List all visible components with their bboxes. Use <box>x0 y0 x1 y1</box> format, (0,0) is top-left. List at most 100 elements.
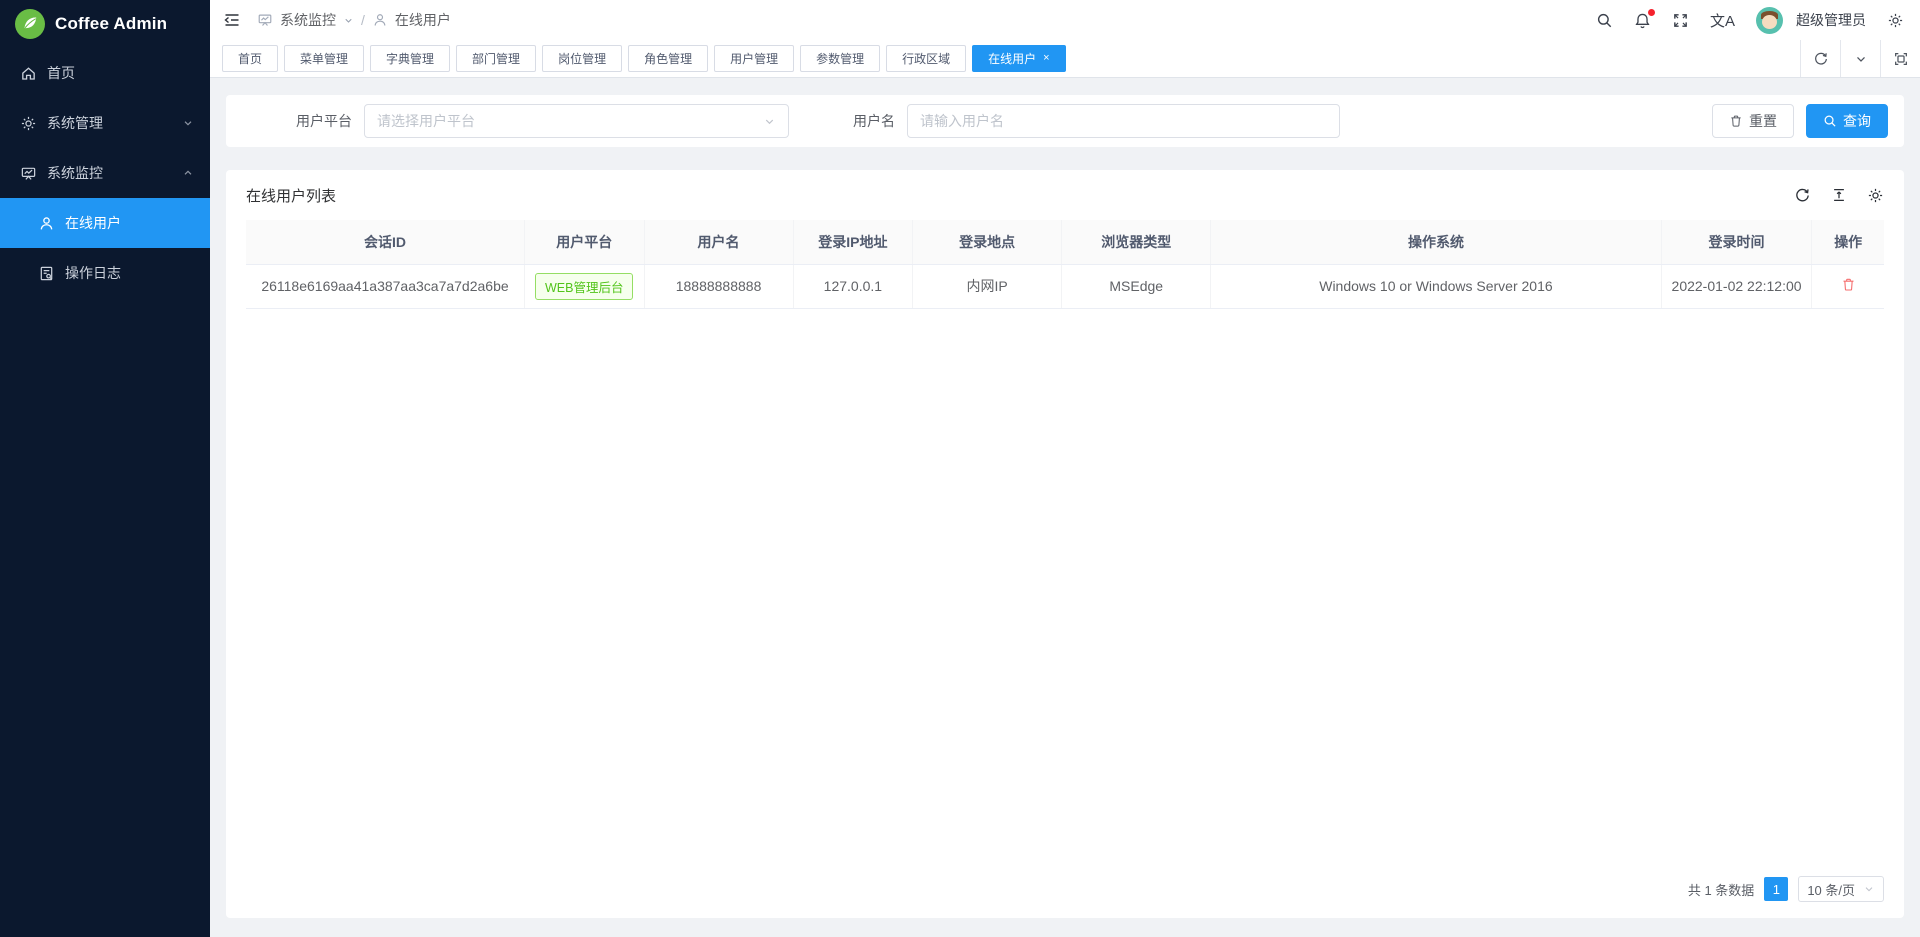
content-area: 用户平台 请选择用户平台 用户名 <box>210 78 1920 937</box>
filter-card: 用户平台 请选择用户平台 用户名 <box>226 95 1904 147</box>
reset-button-label: 重置 <box>1749 111 1777 131</box>
reset-button[interactable]: 重置 <box>1712 104 1794 138</box>
breadcrumb-level1[interactable]: 系统监控 <box>280 10 336 30</box>
platform-tag: WEB管理后台 <box>535 273 633 300</box>
user-icon <box>38 215 55 232</box>
sidebar-item-operation-logs[interactable]: 操作日志 <box>0 248 210 298</box>
avatar[interactable] <box>1756 7 1783 34</box>
fullscreen-icon[interactable] <box>1672 12 1689 29</box>
settings-gear-icon[interactable] <box>1887 12 1904 29</box>
chevron-down-icon[interactable] <box>1840 40 1880 77</box>
user-name[interactable]: 超级管理员 <box>1796 10 1866 30</box>
main-area: 系统监控 / 在线用户 <box>210 0 1920 937</box>
tab-label: 首页 <box>238 50 262 67</box>
username-label: 用户名 <box>853 111 895 131</box>
trash-icon <box>1729 114 1743 128</box>
user-icon <box>372 12 388 28</box>
tab-param-manage[interactable]: 参数管理 <box>800 45 880 72</box>
platform-select[interactable]: 请选择用户平台 <box>364 104 789 138</box>
pagination-total: 共 1 条数据 <box>1688 880 1754 899</box>
platform-label: 用户平台 <box>296 111 352 131</box>
sidebar-item-label: 操作日志 <box>65 263 121 283</box>
online-users-card: 在线用户列表 <box>226 170 1904 918</box>
notification-bell-icon[interactable] <box>1634 12 1651 29</box>
cell-actions <box>1812 264 1884 308</box>
cell-location: 内网IP <box>913 264 1062 308</box>
tab-dept-manage[interactable]: 部门管理 <box>456 45 536 72</box>
tab-post-manage[interactable]: 岗位管理 <box>542 45 622 72</box>
tab-role-manage[interactable]: 角色管理 <box>628 45 708 72</box>
chevron-down-icon <box>763 115 776 128</box>
search-icon[interactable] <box>1596 12 1613 29</box>
tab-close-icon[interactable]: × <box>1043 53 1049 64</box>
refresh-icon[interactable] <box>1794 187 1811 204</box>
sidebar-item-system-monitor[interactable]: 系统监控 <box>0 148 210 198</box>
sidebar: Coffee Admin 首页 系统管理 <box>0 0 210 937</box>
home-icon <box>20 65 37 82</box>
search-button-label: 查询 <box>1843 111 1871 131</box>
col-ip: 登录IP地址 <box>793 220 913 264</box>
tab-label: 菜单管理 <box>300 50 348 67</box>
tab-label: 在线用户 <box>988 50 1036 67</box>
cell-session-id: 26118e6169aa41a387aa3ca7a7d2a6be <box>246 264 524 308</box>
table-header-row: 会话ID 用户平台 用户名 登录IP地址 登录地点 浏览器类型 操作系统 登录时… <box>246 220 1884 264</box>
breadcrumb-separator: / <box>361 12 365 28</box>
sidebar-item-label: 首页 <box>47 63 75 83</box>
sidebar-item-system-manage[interactable]: 系统管理 <box>0 98 210 148</box>
maximize-icon[interactable] <box>1880 40 1920 77</box>
tab-label: 字典管理 <box>386 50 434 67</box>
tab-online-users-active[interactable]: 在线用户 × <box>972 45 1065 72</box>
breadcrumb-level2: 在线用户 <box>395 10 451 30</box>
table-row: 26118e6169aa41a387aa3ca7a7d2a6be WEB管理后台… <box>246 264 1884 308</box>
username-input[interactable] <box>907 104 1340 138</box>
tab-label: 参数管理 <box>816 50 864 67</box>
sidebar-collapse-icon[interactable] <box>223 11 241 29</box>
sidebar-item-label: 系统管理 <box>47 113 103 133</box>
app-logo: Coffee Admin <box>0 0 210 48</box>
tab-label: 岗位管理 <box>558 50 606 67</box>
search-icon <box>1823 114 1837 128</box>
page-number-button[interactable]: 1 <box>1764 877 1788 901</box>
breadcrumb: 系统监控 / 在线用户 <box>257 10 451 30</box>
online-users-table: 会话ID 用户平台 用户名 登录IP地址 登录地点 浏览器类型 操作系统 登录时… <box>246 220 1884 309</box>
col-os: 操作系统 <box>1211 220 1661 264</box>
col-location: 登录地点 <box>913 220 1062 264</box>
chevron-down-icon[interactable] <box>343 15 354 26</box>
pagination: 共 1 条数据 1 10 条/页 <box>246 862 1884 918</box>
leaf-logo-icon <box>15 9 45 39</box>
sidebar-item-online-users[interactable]: 在线用户 <box>0 198 210 248</box>
col-username: 用户名 <box>644 220 793 264</box>
log-document-icon <box>38 265 55 282</box>
col-session-id: 会话ID <box>246 220 524 264</box>
chevron-down-icon <box>182 117 194 129</box>
search-button[interactable]: 查询 <box>1806 104 1888 138</box>
tab-home[interactable]: 首页 <box>222 45 278 72</box>
app-root: Coffee Admin 首页 系统管理 <box>0 0 1920 937</box>
stretch-icon[interactable] <box>1831 187 1847 203</box>
tab-label: 部门管理 <box>472 50 520 67</box>
col-actions: 操作 <box>1812 220 1884 264</box>
col-browser: 浏览器类型 <box>1062 220 1211 264</box>
cell-ip: 127.0.0.1 <box>793 264 913 308</box>
tab-dict-manage[interactable]: 字典管理 <box>370 45 450 72</box>
refresh-icon[interactable] <box>1800 40 1840 77</box>
sidebar-item-home[interactable]: 首页 <box>0 48 210 98</box>
chevron-up-icon <box>182 167 194 179</box>
topbar: 系统监控 / 在线用户 <box>210 0 1920 40</box>
col-login-time: 登录时间 <box>1661 220 1812 264</box>
column-settings-gear-icon[interactable] <box>1867 187 1884 204</box>
tabbar-controls <box>1800 40 1920 77</box>
chevron-down-icon <box>1863 883 1875 895</box>
tab-admin-region[interactable]: 行政区域 <box>886 45 966 72</box>
cell-browser: MSEdge <box>1062 264 1211 308</box>
card-title: 在线用户列表 <box>246 185 336 206</box>
translate-icon[interactable]: 文A <box>1710 10 1735 31</box>
platform-select-placeholder: 请选择用户平台 <box>377 111 475 131</box>
tab-bar: 首页 菜单管理 字典管理 部门管理 岗位管理 角色管理 用户管理 参数管理 行政… <box>210 40 1920 78</box>
monitor-icon <box>257 12 273 28</box>
tab-menu-manage[interactable]: 菜单管理 <box>284 45 364 72</box>
tab-label: 用户管理 <box>730 50 778 67</box>
tab-user-manage[interactable]: 用户管理 <box>714 45 794 72</box>
page-size-select[interactable]: 10 条/页 <box>1798 876 1884 902</box>
delete-row-trash-icon[interactable] <box>1841 277 1856 292</box>
